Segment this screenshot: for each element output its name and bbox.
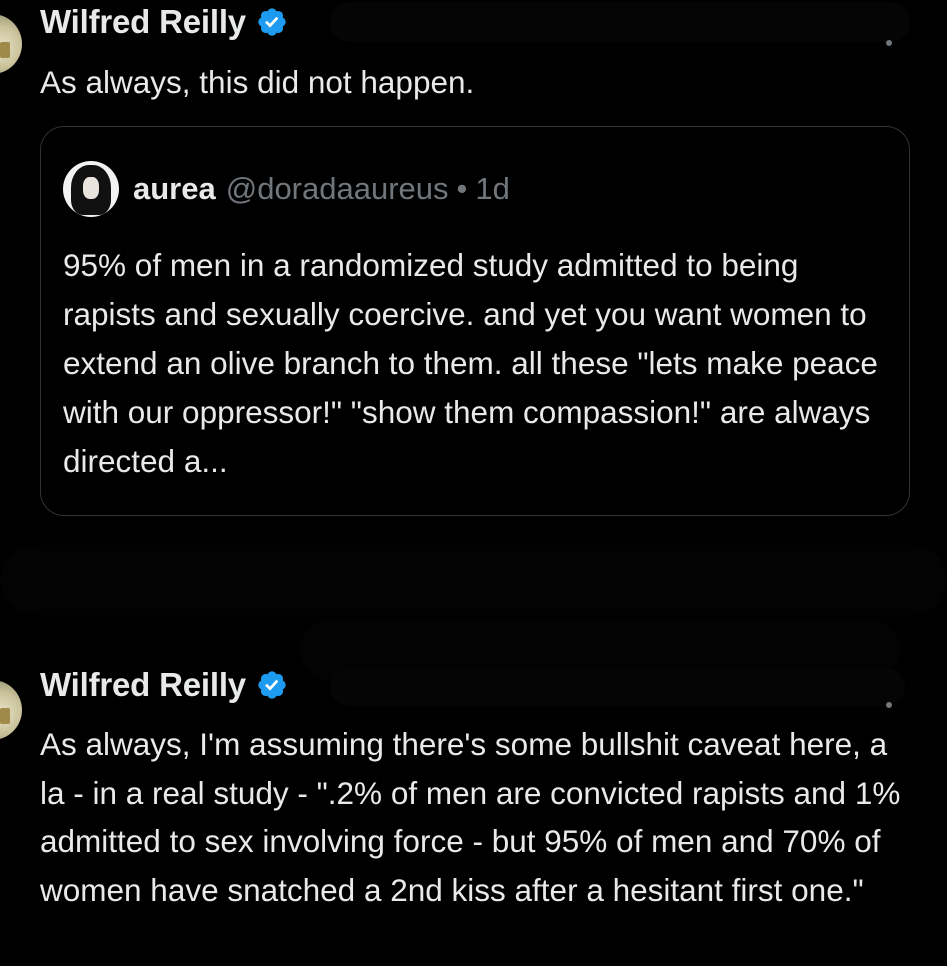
quoted-timestamp[interactable]: 1d (475, 171, 509, 207)
redacted-region (0, 545, 947, 615)
author-name[interactable]: Wilfred Reilly (40, 666, 246, 704)
quoted-tweet-text: 95% of men in a randomized study admitte… (63, 247, 878, 479)
tweet-header: Wilfred Reilly (40, 663, 288, 707)
quoted-author-handle[interactable]: @doradaaureus (226, 171, 449, 207)
verified-badge-icon (258, 671, 286, 699)
tweet-text: As always, this did not happen. (40, 64, 475, 100)
quoted-tweet-header: aurea @doradaaureus • 1d (63, 161, 510, 217)
quoted-author-avatar[interactable] (63, 161, 119, 217)
redacted-handle (330, 668, 905, 706)
separator-dot: • (456, 171, 468, 206)
more-options-icon[interactable] (886, 40, 892, 46)
tweet-header: Wilfred Reilly (40, 0, 288, 44)
verified-badge-icon (258, 8, 286, 36)
author-name[interactable]: Wilfred Reilly (40, 3, 246, 41)
author-avatar[interactable] (0, 680, 22, 740)
tweet-text: As always, I'm assuming there's some bul… (40, 726, 901, 908)
more-options-icon[interactable] (886, 702, 892, 708)
redacted-handle (330, 2, 910, 42)
quoted-tweet-card[interactable]: aurea @doradaaureus • 1d 95% of men in a… (40, 126, 910, 516)
author-avatar[interactable] (0, 14, 22, 74)
quoted-author-name[interactable]: aurea (133, 171, 216, 207)
